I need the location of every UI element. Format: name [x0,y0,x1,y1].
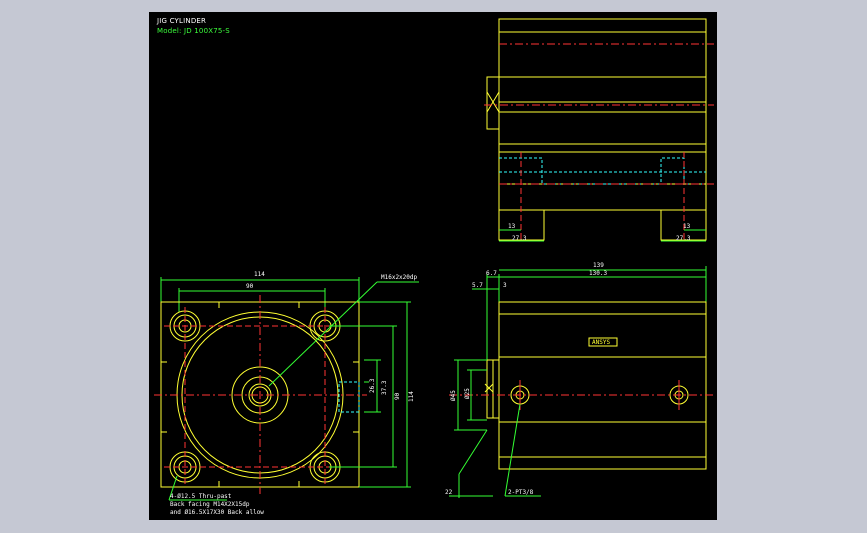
dim-front-thread: M16x2x20dp [381,274,418,281]
note-line-1: 4-Ø12.5 Thru-past [170,493,232,500]
side-logo: ANSYS [592,339,610,346]
drawing-svg: ANSYS 13 27.3 13 27.3 114 90 M16x2x20dp … [154,18,714,516]
dim-front-width: 114 [254,271,265,278]
dim-top-273-left: 27.3 [512,235,527,242]
dim-side-body: 130.3 [589,270,607,277]
dim-top-13-right: 13 [683,223,691,230]
dim-side-rod: Ø25 [464,388,471,399]
side-view-body [498,301,707,470]
front-view [154,277,419,501]
top-view [484,18,714,242]
dim-front-114v: 114 [408,391,415,402]
cad-drawing-canvas: JIG CYLINDER Model: JD 100X75-S ANSYS 13… [149,12,717,520]
dim-side-ports: 2-PT3/8 [508,489,534,496]
rod-end [486,76,500,130]
dim-side-length: 139 [593,262,604,269]
dim-front-373: 37.3 [381,380,388,395]
dim-side-bore: Ø45 [450,390,457,401]
dim-side-67: 6.7 [486,270,497,277]
dim-top-273-right: 27.3 [676,235,691,242]
port-leader [504,403,521,497]
side-view: ANSYS [449,266,714,498]
note-line-3: and Ø16.5X17X30 Back allow [170,509,264,516]
dim-side-57: 5.7 [472,282,483,289]
thread-leader [268,281,378,387]
top-view-body [498,18,707,211]
dim-front-263: 26.3 [369,378,376,393]
dim-side-22: 22 [445,489,453,496]
dim-top-13-left: 13 [508,223,516,230]
dim-side-3: 3 [503,282,507,289]
note-line-2: Back facing M14X2X15dp [170,501,250,508]
hidden-port-line [499,157,706,185]
dim-front-bolt-pitch: 90 [246,283,254,290]
dim-front-90v: 90 [394,392,401,400]
